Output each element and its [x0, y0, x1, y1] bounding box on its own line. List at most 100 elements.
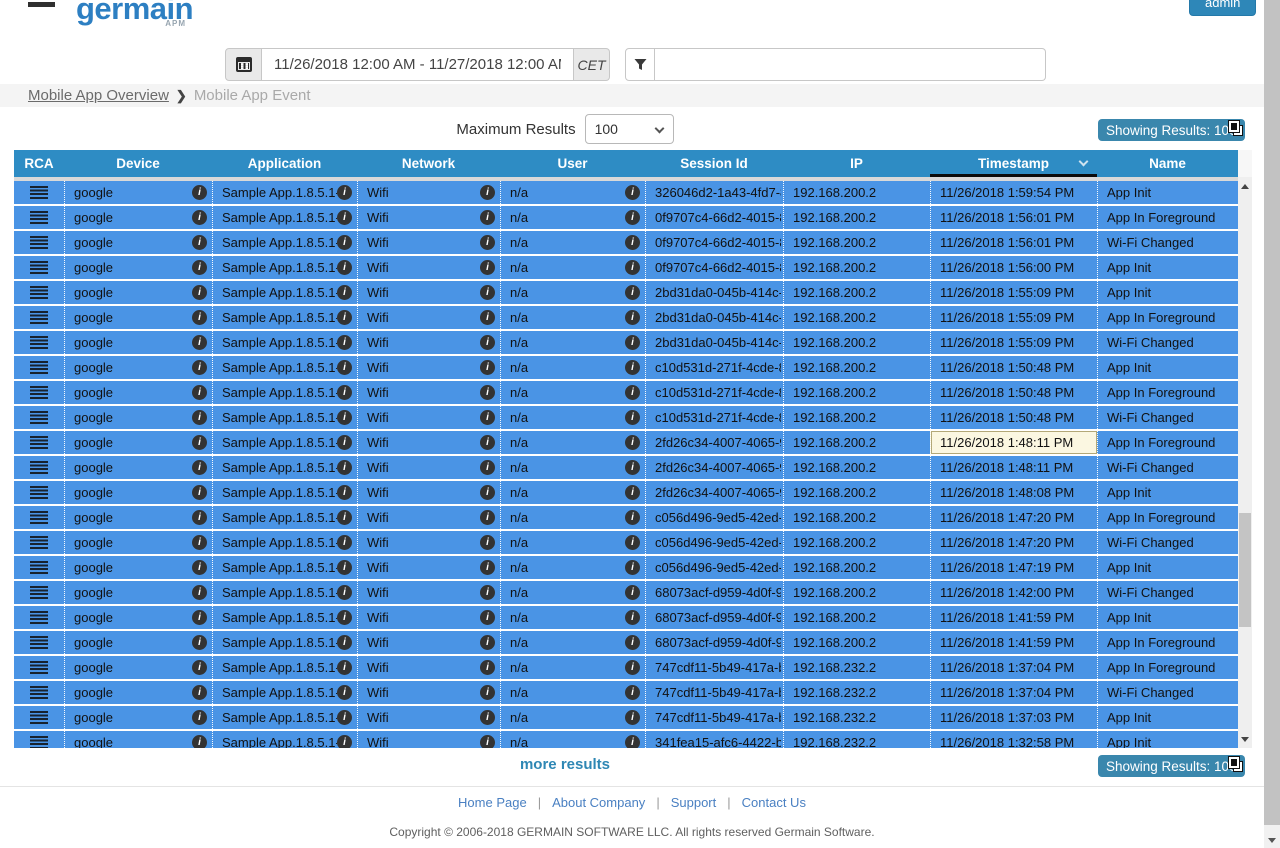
rca-menu-icon[interactable]: [30, 186, 48, 200]
network-cell[interactable]: Wifi: [357, 706, 500, 729]
name-cell[interactable]: App In Foreground: [1097, 656, 1238, 679]
column-header-application[interactable]: Application: [212, 150, 357, 177]
info-icon[interactable]: [625, 585, 640, 600]
column-header-rca[interactable]: RCA: [14, 150, 64, 177]
user-cell[interactable]: n/a: [500, 406, 645, 429]
info-icon[interactable]: [625, 360, 640, 375]
info-icon[interactable]: [337, 535, 352, 550]
network-cell[interactable]: Wifi: [357, 331, 500, 354]
info-icon[interactable]: [192, 710, 207, 725]
table-row[interactable]: google Sample App.1.8.5.1-SNA Wifi n/a 0…: [14, 206, 1238, 229]
info-icon[interactable]: [192, 585, 207, 600]
application-cell[interactable]: Sample App.1.8.5.1-SNA: [212, 331, 357, 354]
rca-cell[interactable]: [14, 481, 64, 504]
timestamp-cell[interactable]: 11/26/2018 1:47:20 PM: [930, 531, 1097, 554]
user-cell[interactable]: n/a: [500, 356, 645, 379]
ip-cell[interactable]: 192.168.200.2: [783, 281, 930, 304]
ip-cell[interactable]: 192.168.200.2: [783, 356, 930, 379]
info-icon[interactable]: [480, 185, 495, 200]
rca-cell[interactable]: [14, 231, 64, 254]
rca-menu-icon[interactable]: [30, 311, 48, 325]
info-icon[interactable]: [192, 535, 207, 550]
table-scrollbar-thumb[interactable]: [1239, 513, 1251, 627]
ip-cell[interactable]: 192.168.200.2: [783, 431, 930, 454]
name-cell[interactable]: App Init: [1097, 706, 1238, 729]
session-id-cell[interactable]: 747cdf11-5b49-417a-b0...: [645, 706, 783, 729]
info-icon[interactable]: [337, 310, 352, 325]
application-cell[interactable]: Sample App.1.8.5.1-SNA: [212, 431, 357, 454]
table-row[interactable]: google Sample App.1.8.5.1-SNA Wifi n/a 0…: [14, 256, 1238, 279]
info-icon[interactable]: [625, 410, 640, 425]
session-id-cell[interactable]: 0f9707c4-66d2-4015-8a...: [645, 206, 783, 229]
info-icon[interactable]: [480, 560, 495, 575]
device-cell[interactable]: google: [64, 656, 212, 679]
info-icon[interactable]: [192, 735, 207, 748]
network-cell[interactable]: Wifi: [357, 281, 500, 304]
calendar-button[interactable]: [225, 48, 262, 81]
info-icon[interactable]: [625, 660, 640, 675]
network-cell[interactable]: Wifi: [357, 656, 500, 679]
info-icon[interactable]: [192, 635, 207, 650]
timestamp-cell[interactable]: 11/26/2018 1:41:59 PM: [930, 631, 1097, 654]
user-cell[interactable]: n/a: [500, 631, 645, 654]
info-icon[interactable]: [625, 735, 640, 748]
name-cell[interactable]: App Init: [1097, 481, 1238, 504]
name-cell[interactable]: App In Foreground: [1097, 431, 1238, 454]
info-icon[interactable]: [192, 310, 207, 325]
user-cell[interactable]: n/a: [500, 281, 645, 304]
info-icon[interactable]: [625, 460, 640, 475]
footer-link-support[interactable]: Support: [671, 795, 717, 810]
info-icon[interactable]: [337, 660, 352, 675]
table-row[interactable]: google Sample App.1.8.5.1-SNA Wifi n/a 6…: [14, 631, 1238, 654]
session-id-cell[interactable]: 2bd31da0-045b-414c-9c...: [645, 306, 783, 329]
column-header-network[interactable]: Network: [357, 150, 500, 177]
column-header-ip[interactable]: IP: [783, 150, 930, 177]
table-row[interactable]: google Sample App.1.8.5.1-SNA Wifi n/a 2…: [14, 431, 1238, 454]
info-icon[interactable]: [480, 585, 495, 600]
info-icon[interactable]: [337, 460, 352, 475]
rca-cell[interactable]: [14, 556, 64, 579]
info-icon[interactable]: [480, 710, 495, 725]
copy-results-icon-bottom[interactable]: [1228, 756, 1245, 774]
info-icon[interactable]: [625, 185, 640, 200]
session-id-cell[interactable]: c10d531d-271f-4cde-84...: [645, 356, 783, 379]
network-cell[interactable]: Wifi: [357, 181, 500, 204]
ip-cell[interactable]: 192.168.232.2: [783, 681, 930, 704]
info-icon[interactable]: [192, 560, 207, 575]
table-row[interactable]: google Sample App.1.8.5.1-SNA Wifi n/a 6…: [14, 606, 1238, 629]
rca-cell[interactable]: [14, 256, 64, 279]
info-icon[interactable]: [337, 285, 352, 300]
info-icon[interactable]: [625, 710, 640, 725]
table-row[interactable]: google Sample App.1.8.5.1-SNA Wifi n/a 2…: [14, 456, 1238, 479]
timestamp-cell[interactable]: 11/26/2018 1:32:58 PM: [930, 731, 1097, 748]
session-id-cell[interactable]: 341fea15-afc6-4422-bdc...: [645, 731, 783, 748]
timestamp-cell[interactable]: 11/26/2018 1:42:00 PM: [930, 581, 1097, 604]
table-row[interactable]: google Sample App.1.8.5.1-SNA Wifi n/a 7…: [14, 706, 1238, 729]
info-icon[interactable]: [480, 385, 495, 400]
session-id-cell[interactable]: 0f9707c4-66d2-4015-8a...: [645, 256, 783, 279]
info-icon[interactable]: [337, 385, 352, 400]
info-icon[interactable]: [625, 385, 640, 400]
rca-cell[interactable]: [14, 306, 64, 329]
rca-menu-icon[interactable]: [30, 636, 48, 650]
session-id-cell[interactable]: 2bd31da0-045b-414c-9c...: [645, 331, 783, 354]
info-icon[interactable]: [192, 485, 207, 500]
table-row[interactable]: google Sample App.1.8.5.1-SNA Wifi n/a 2…: [14, 306, 1238, 329]
table-scrollbar-track[interactable]: [1238, 177, 1252, 748]
admin-button[interactable]: admin: [1189, 0, 1256, 16]
info-icon[interactable]: [625, 610, 640, 625]
network-cell[interactable]: Wifi: [357, 481, 500, 504]
name-cell[interactable]: Wi-Fi Changed: [1097, 231, 1238, 254]
user-cell[interactable]: n/a: [500, 531, 645, 554]
ip-cell[interactable]: 192.168.200.2: [783, 581, 930, 604]
rca-menu-icon[interactable]: [30, 436, 48, 450]
info-icon[interactable]: [625, 260, 640, 275]
filter-input[interactable]: [655, 48, 1046, 81]
network-cell[interactable]: Wifi: [357, 456, 500, 479]
table-row[interactable]: google Sample App.1.8.5.1-SNA Wifi n/a 6…: [14, 581, 1238, 604]
rca-menu-icon[interactable]: [30, 261, 48, 275]
session-id-cell[interactable]: 68073acf-d959-4d0f-96d...: [645, 606, 783, 629]
name-cell[interactable]: App Init: [1097, 256, 1238, 279]
info-icon[interactable]: [337, 560, 352, 575]
rca-cell[interactable]: [14, 381, 64, 404]
